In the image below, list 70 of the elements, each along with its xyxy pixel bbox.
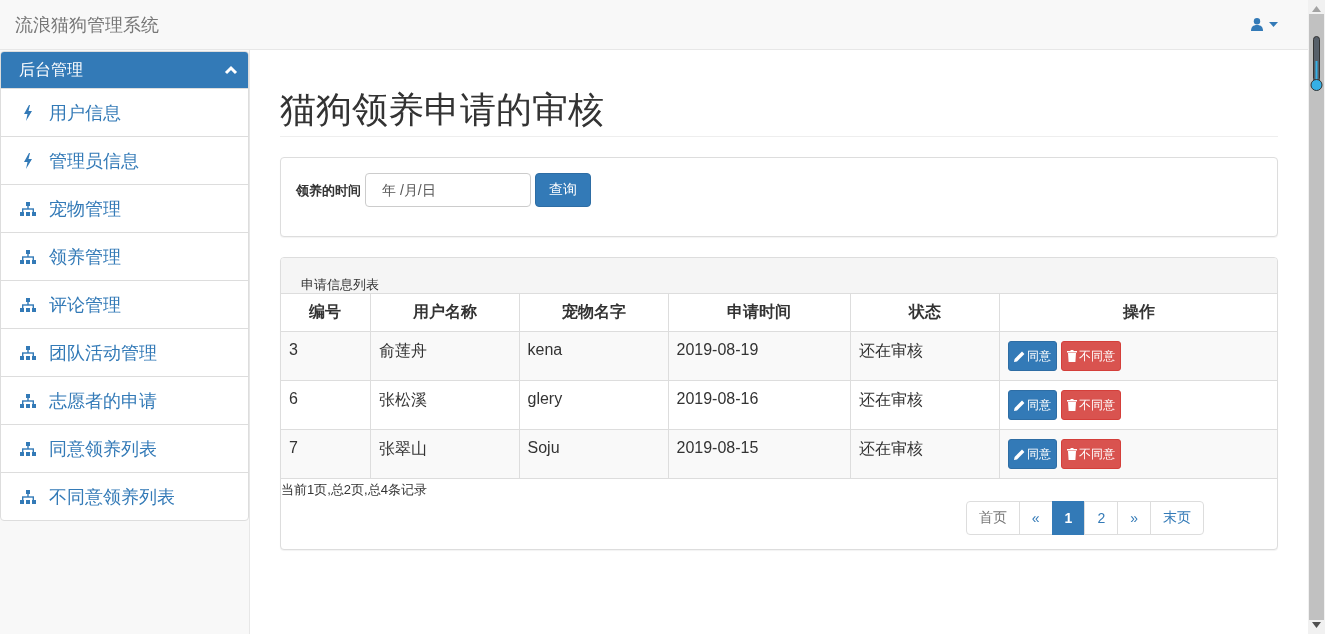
page-link[interactable]: «	[1018, 501, 1053, 536]
scroll-down-arrow-icon[interactable]	[1312, 622, 1321, 628]
sidebar-item[interactable]: 评论管理	[49, 292, 121, 317]
table-cell: 张松溪	[370, 380, 519, 430]
table-cell: 2019-08-16	[668, 380, 850, 430]
table-cell: kena	[519, 331, 668, 381]
table-cell: 7	[281, 429, 370, 479]
sitemap-icon	[20, 201, 36, 216]
table-caption: 申请信息列表	[301, 276, 379, 292]
lightning-icon	[23, 152, 33, 169]
table-cell: Soju	[519, 429, 668, 479]
column-header: 操作	[999, 293, 1277, 332]
page-link[interactable]: 首页	[965, 501, 1020, 536]
table-cell: 3	[281, 331, 370, 381]
column-header: 申请时间	[668, 293, 850, 332]
table-cell: 还在审核	[850, 331, 999, 381]
table-cell: 2019-08-15	[668, 429, 850, 479]
sitemap-icon	[20, 297, 36, 312]
user-icon[interactable]	[1251, 18, 1263, 31]
scrollbar-thumb-icon[interactable]	[1310, 36, 1323, 92]
sidebar-item[interactable]: 同意领养列表	[49, 436, 157, 461]
table-cell: glery	[519, 380, 668, 430]
sitemap-icon	[20, 441, 36, 456]
record-summary: 当前1页,总2页,总4条记录	[281, 481, 428, 499]
column-header: 用户名称	[370, 293, 519, 332]
sidebar-header[interactable]: 后台管理	[1, 52, 248, 88]
page-link[interactable]: 1	[1051, 501, 1086, 536]
pencil-icon	[1013, 350, 1025, 362]
date-field[interactable]: 年 /月/日	[365, 172, 531, 207]
column-header: 宠物名字	[519, 293, 668, 332]
table-cell: 还在审核	[850, 380, 999, 430]
reject-button[interactable]: 不同意	[1060, 390, 1121, 421]
approve-button[interactable]: 同意	[1007, 390, 1057, 421]
column-header: 状态	[850, 293, 999, 332]
sitemap-icon	[20, 393, 36, 408]
table-cell: 还在审核	[850, 429, 999, 479]
sidebar-item[interactable]: 志愿者的申请	[49, 388, 157, 413]
sidebar-item[interactable]: 团队活动管理	[49, 340, 157, 365]
pencil-icon	[1013, 448, 1025, 460]
search-button[interactable]: 查询	[535, 172, 591, 207]
page-title: 猫狗领养申请的审核	[280, 90, 1278, 137]
sidebar-item[interactable]: 用户信息	[49, 100, 121, 125]
pencil-icon	[1013, 399, 1025, 411]
field-label: 领养的时间	[296, 181, 361, 200]
page-link[interactable]: »	[1117, 501, 1151, 536]
chevron-icon[interactable]	[224, 64, 238, 76]
sidebar-item[interactable]: 不同意领养列表	[49, 484, 175, 509]
trash-icon	[1066, 399, 1077, 412]
table-cell: 张翠山	[370, 429, 519, 479]
reject-button[interactable]: 不同意	[1060, 341, 1121, 372]
caret-icon[interactable]	[1269, 22, 1278, 27]
sidebar-item[interactable]: 管理员信息	[49, 148, 139, 173]
sidebar-item[interactable]: 宠物管理	[49, 196, 121, 221]
approve-button[interactable]: 同意	[1007, 439, 1057, 470]
approve-button[interactable]: 同意	[1007, 341, 1057, 372]
page-link[interactable]: 末页	[1150, 501, 1204, 536]
trash-icon	[1066, 448, 1077, 461]
column-header: 编号	[281, 293, 370, 332]
table-cell: 6	[281, 380, 370, 430]
sitemap-icon	[20, 249, 36, 264]
lightning-icon	[23, 104, 33, 121]
reject-button[interactable]: 不同意	[1060, 439, 1121, 470]
table-cell: 2019-08-19	[668, 331, 850, 381]
trash-icon	[1066, 350, 1077, 363]
sitemap-icon	[20, 345, 36, 360]
sitemap-icon	[20, 489, 36, 504]
table-cell: 俞莲舟	[370, 331, 519, 381]
sidebar-item[interactable]: 领养管理	[49, 244, 121, 269]
app-title: 流浪猫狗管理系统	[15, 13, 159, 37]
page-link[interactable]: 2	[1084, 501, 1119, 536]
